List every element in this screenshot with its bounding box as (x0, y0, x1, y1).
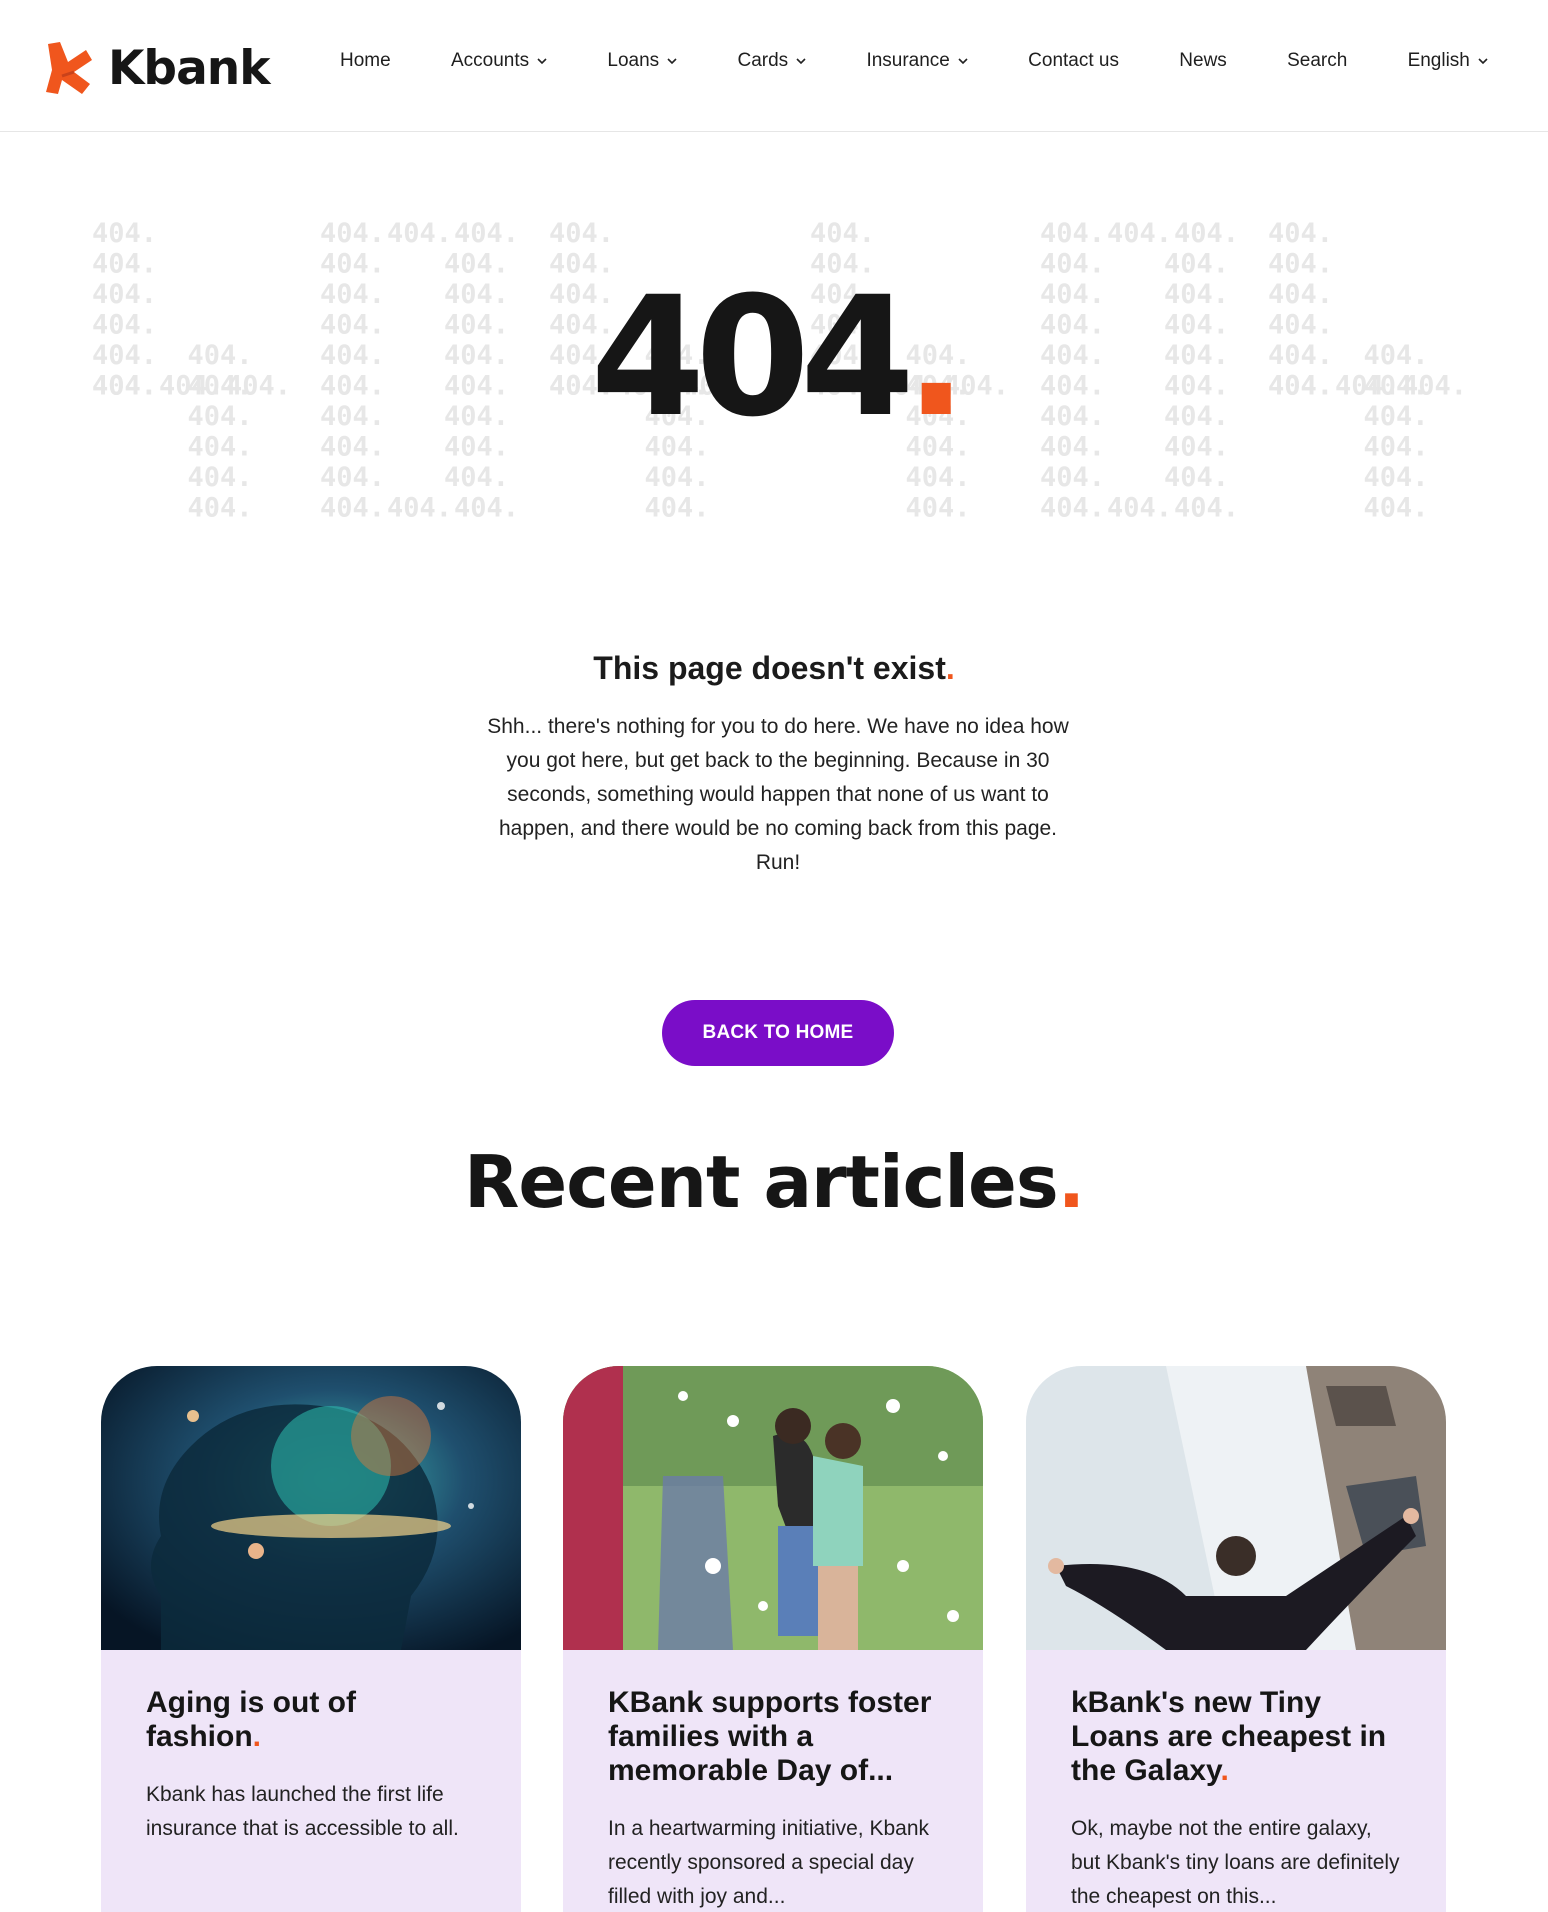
pattern-tile: 404. (1174, 218, 1239, 249)
site-header: Kbank Home Accounts Loans Cards Insuranc… (0, 0, 1548, 132)
pattern-tile: 404. (1107, 218, 1172, 249)
kbank-logo-icon (46, 42, 92, 94)
nav-search-label: Search (1287, 50, 1348, 71)
recent-articles-heading: Recent articles. (0, 1140, 1548, 1224)
article-title: kBank's new Tiny Loans are cheapest in t… (1071, 1686, 1402, 1788)
pattern-tile: 404. (444, 462, 509, 493)
children-foam-party-image (563, 1366, 983, 1650)
pattern-tile: 404. (906, 462, 971, 493)
recent-articles-title: Recent articles (463, 1140, 1059, 1224)
error-hero: 404. 404. 404. 404. 404. 404. 404. 404. 404. 404.… (0, 215, 1548, 545)
accent-dot: . (945, 650, 955, 686)
pattern-tile: 404. (454, 218, 519, 249)
pattern-tile: 404. (645, 462, 710, 493)
article-excerpt: In a heartwarming initiative, Kbank rece… (608, 1817, 929, 1908)
nav-accounts[interactable]: Accounts (451, 50, 547, 72)
article-excerpt: Ok, maybe not the entire galaxy, but Kba… (1071, 1817, 1400, 1908)
businessman-skyscrapers-image (1026, 1366, 1446, 1650)
pattern-tile: 404. (387, 493, 452, 524)
chevron-down-icon (1478, 58, 1488, 65)
nav-insurance-label: Insurance (866, 50, 950, 71)
article-title-text: Aging is out of fashion (146, 1686, 356, 1753)
nav-loans[interactable]: Loans (607, 50, 677, 72)
error-title: This page doesn't exist. (0, 650, 1548, 687)
pattern-tile: 404. (454, 493, 519, 524)
chevron-down-icon (796, 58, 806, 65)
chevron-down-icon (537, 58, 547, 65)
nav-contact-label: Contact us (1028, 50, 1119, 71)
pattern-tile: 404. (1107, 493, 1172, 524)
pattern-tile: 404. (1040, 493, 1105, 524)
error-description: Shh... there's nothing for you to do her… (487, 715, 1069, 874)
nav-insurance[interactable]: Insurance (866, 50, 968, 72)
article-excerpt: Kbank has launched the first life insura… (146, 1783, 459, 1840)
pattern-tile: 404. (1174, 493, 1239, 524)
back-to-home-button[interactable]: BACK TO HOME (662, 1000, 894, 1066)
nav-cards-label: Cards (737, 50, 789, 71)
pattern-tile: 404. (188, 462, 253, 493)
article-card-body: KBank supports foster families with a me… (563, 1650, 983, 1912)
nav-cards[interactable]: Cards (737, 50, 806, 72)
article-title: KBank supports foster families with a me… (608, 1686, 932, 1787)
nav-home-label: Home (340, 50, 391, 71)
pattern-tile: 404. (549, 218, 614, 249)
cosmic-head-image (101, 1366, 521, 1650)
pattern-tile: 404. (320, 462, 385, 493)
nav-loans-label: Loans (607, 50, 660, 71)
article-card-body: kBank's new Tiny Loans are cheapest in t… (1026, 1650, 1446, 1912)
pattern-tile: 404. (810, 218, 875, 249)
pattern-tile: 404. (906, 493, 971, 524)
article-card-body: Aging is out of fashion. Kbank has launc… (101, 1650, 521, 1912)
error-code: 404. (0, 275, 1548, 440)
pattern-tile: 404. (320, 493, 385, 524)
pattern-tile: 404. (1040, 462, 1105, 493)
pattern-tile: 404. (1040, 218, 1105, 249)
pattern-tile: 404. (92, 218, 157, 249)
pattern-tile: 404. (1164, 462, 1229, 493)
article-title: Aging is out of fashion. (146, 1686, 477, 1754)
pattern-tile: 404. (1364, 462, 1429, 493)
article-card[interactable]: Aging is out of fashion. Kbank has launc… (101, 1366, 521, 1912)
nav-home[interactable]: Home (340, 50, 391, 72)
pattern-tile: 404. (1268, 218, 1333, 249)
brand-name: Kbank (108, 40, 270, 96)
article-card[interactable]: KBank supports foster families with a me… (563, 1366, 983, 1912)
nav-contact-us[interactable]: Contact us (1028, 50, 1119, 72)
pattern-tile: 404. (320, 218, 385, 249)
accent-dot: . (252, 1720, 262, 1753)
language-label: English (1407, 50, 1470, 71)
accent-dot: . (904, 261, 968, 453)
error-title-text: This page doesn't exist (593, 650, 946, 686)
nav-accounts-label: Accounts (450, 50, 530, 71)
nav-news-label: News (1179, 50, 1227, 71)
kbank-logo[interactable]: Kbank (44, 38, 270, 98)
pattern-tile: 404. (645, 493, 710, 524)
pattern-tile: 404. (387, 218, 452, 249)
pattern-tile: 404. (1364, 493, 1429, 524)
error-code-text: 404 (590, 261, 914, 453)
chevron-down-icon (667, 58, 677, 65)
accent-dot: . (1220, 1754, 1229, 1787)
main-nav: Home Accounts Loans Cards Insurance Cont… (340, 50, 1488, 72)
nav-search[interactable]: Search (1287, 50, 1347, 72)
pattern-tile: 404. (188, 493, 253, 524)
accent-dot: . (1057, 1140, 1085, 1224)
article-card[interactable]: kBank's new Tiny Loans are cheapest in t… (1026, 1366, 1446, 1912)
language-selector[interactable]: English (1408, 50, 1488, 72)
chevron-down-icon (958, 58, 968, 65)
nav-news[interactable]: News (1179, 50, 1227, 72)
